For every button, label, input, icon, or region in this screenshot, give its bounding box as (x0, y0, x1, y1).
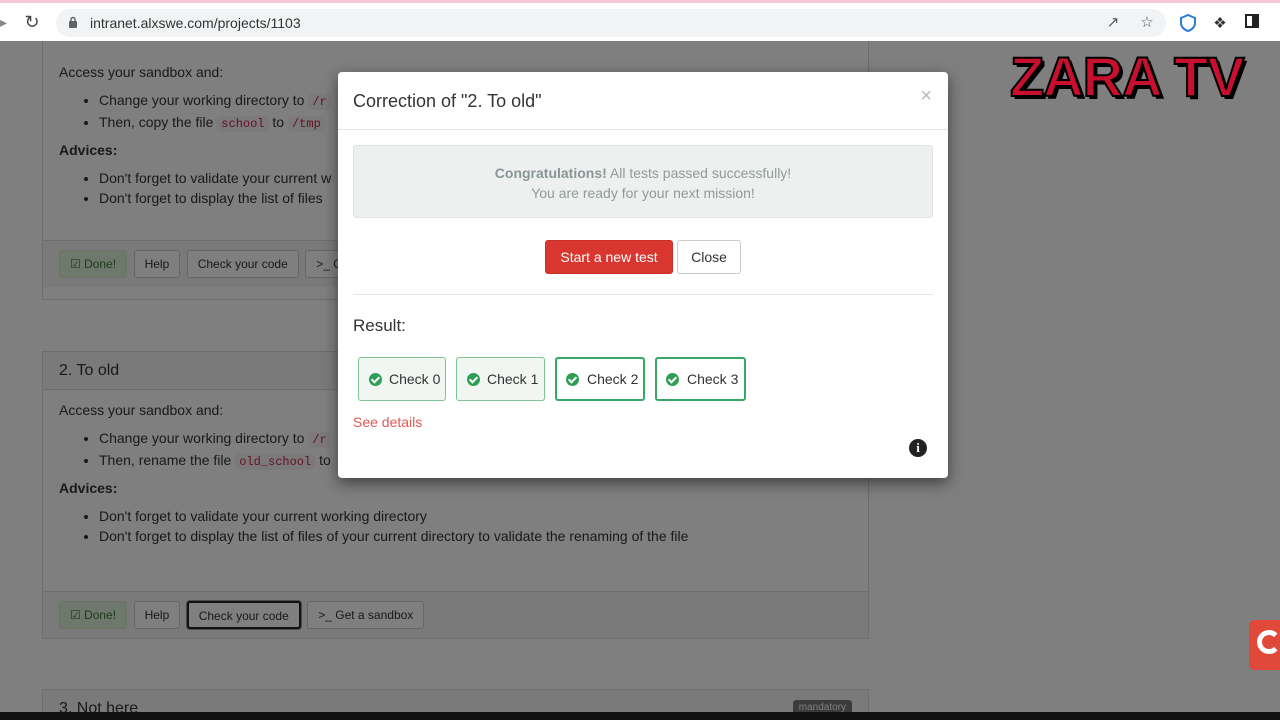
divider (353, 294, 933, 295)
correction-modal: Correction of "2. To old" × Congratulati… (338, 72, 948, 478)
chat-widget-icon[interactable] (1249, 620, 1280, 670)
shield-extension-icon[interactable] (1178, 13, 1198, 34)
check-label: Check 3 (687, 371, 739, 387)
share-icon[interactable]: ↗ (1104, 14, 1122, 32)
check-label: Check 0 (389, 371, 441, 387)
alert-line-2: You are ready for your next mission! (531, 185, 755, 201)
extensions-puzzle-icon[interactable]: ❖ (1210, 14, 1230, 34)
check-circle-icon (566, 373, 579, 386)
side-panel-icon[interactable] (1242, 14, 1262, 34)
close-icon[interactable]: × (920, 86, 932, 106)
see-details-link[interactable]: See details (353, 414, 422, 430)
taskbar-strip (0, 712, 1280, 720)
back-icon[interactable]: ▸ (0, 12, 8, 32)
check-2-button[interactable]: Check 2 (555, 357, 645, 401)
check-label: Check 1 (487, 371, 539, 387)
bookmark-star-icon[interactable]: ☆ (1138, 14, 1156, 32)
result-title: Result: (353, 316, 406, 335)
alert-line-1-text: All tests passed successfully! (606, 165, 792, 181)
start-new-test-button[interactable]: Start a new test (545, 240, 673, 274)
check-circle-icon (467, 373, 480, 386)
success-alert: Congratulations! All tests passed succes… (353, 145, 933, 218)
check-label: Check 2 (587, 371, 639, 387)
check-circle-icon (369, 373, 382, 386)
watermark-logo: ZARA TV (1009, 44, 1246, 109)
lock-icon (69, 16, 77, 28)
check-3-button[interactable]: Check 3 (655, 357, 746, 401)
modal-header: Correction of "2. To old" × (338, 72, 948, 130)
reload-icon[interactable]: ↻ (22, 12, 42, 32)
info-icon[interactable]: i (909, 439, 927, 457)
check-circle-icon (666, 373, 679, 386)
check-1-button[interactable]: Check 1 (456, 357, 545, 401)
alert-line-1: Congratulations! All tests passed succes… (354, 163, 932, 183)
address-bar[interactable]: intranet.alxswe.com/projects/1103 ↗ ☆ (56, 9, 1166, 37)
close-button[interactable]: Close (677, 240, 741, 274)
check-0-button[interactable]: Check 0 (358, 357, 446, 401)
alert-strong: Congratulations! (494, 165, 607, 181)
url-text: intranet.alxswe.com/projects/1103 (90, 15, 301, 31)
browser-toolbar: ▸ ↻ intranet.alxswe.com/projects/1103 ↗ … (0, 0, 1280, 41)
modal-title: Correction of "2. To old" (353, 91, 542, 111)
